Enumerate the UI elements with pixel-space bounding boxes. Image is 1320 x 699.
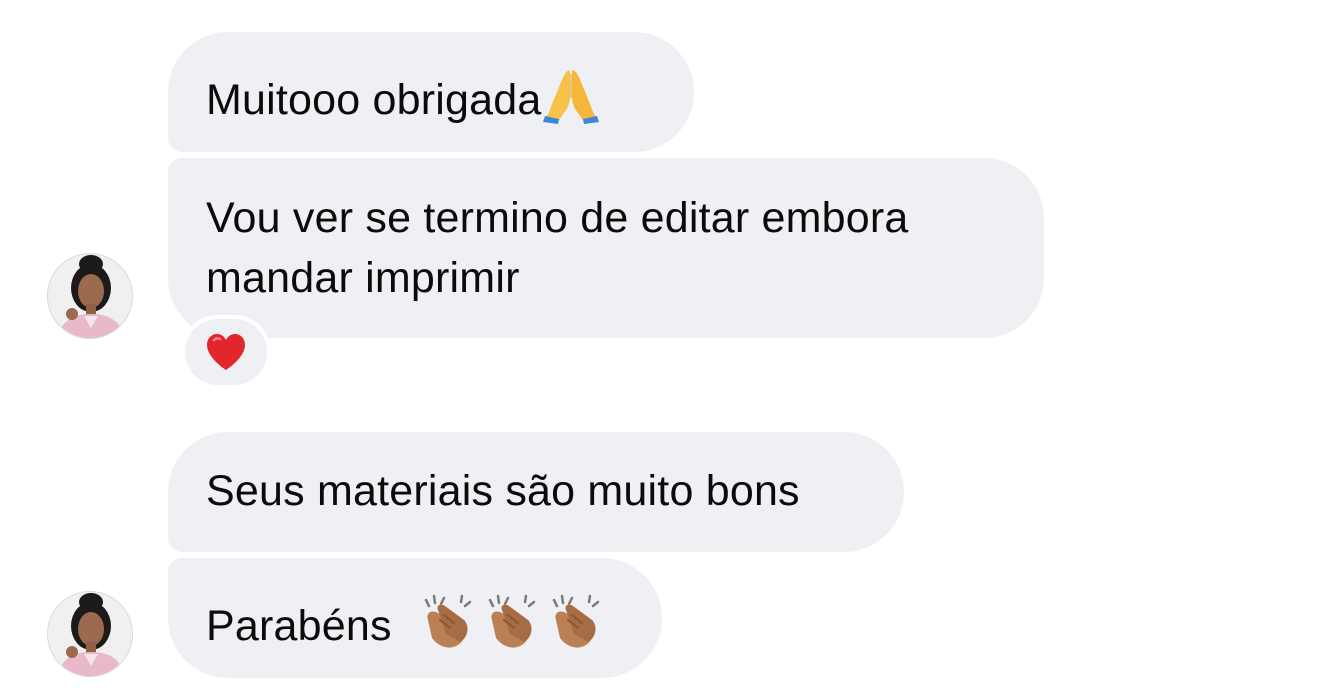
red-heart-icon [207,334,245,370]
folded-hands-icon [541,64,601,139]
clapping-hands-icon [418,590,476,665]
message-text: Seus materiais são muito bons [206,467,800,515]
avatar[interactable] [47,253,133,339]
message-text: Muitooo obrigada [206,76,542,124]
clap-emoji-group [418,590,610,665]
message-text-line: mandar imprimir [206,254,520,302]
message-bubble[interactable]: Muitooo obrigada [168,32,694,152]
message-thread: Muitooo obrigada Vou ver se termino de e… [0,0,1320,699]
clapping-hands-icon [546,590,604,665]
message-bubble[interactable]: Parabéns [168,558,662,678]
clapping-hands-icon [482,590,540,665]
message-text-line: Vou ver se termino de editar embora [206,194,909,242]
message-bubble[interactable]: Vou ver se termino de editar embora mand… [168,158,1044,338]
message-text: Parabéns [206,602,392,650]
avatar[interactable] [47,591,133,677]
reaction-badge[interactable] [181,315,271,389]
message-bubble[interactable]: Seus materiais são muito bons [168,432,904,552]
